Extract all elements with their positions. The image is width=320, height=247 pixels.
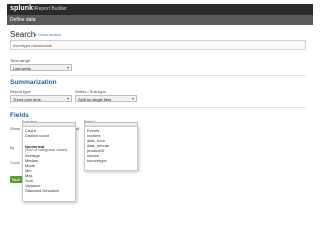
chevron-down-icon: ▾ <box>131 96 134 101</box>
by-label: by <box>10 145 15 150</box>
report-type-label: Report type <box>10 89 31 94</box>
fields-heading: Fields <box>10 112 29 119</box>
show-label: Show <box>10 126 21 131</box>
field-option-sourcetype[interactable]: sourcetype <box>87 158 107 163</box>
chevron-down-icon: ▾ <box>66 96 69 101</box>
section-divider <box>10 75 306 76</box>
time-range-label: Time range <box>10 58 31 63</box>
scale-link[interactable]: Scale <box>10 160 20 165</box>
search-input[interactable]: eventtype=downloads <box>10 40 306 50</box>
field-dropdown-list: Events cookies date_hour date_minute pro… <box>84 126 138 171</box>
series-label: Series / Sub-type <box>75 89 106 94</box>
series-value: Split by single field <box>78 97 112 102</box>
series-select[interactable]: Split by single field ▾ <box>75 95 137 102</box>
search-value: eventtype=downloads <box>13 43 52 48</box>
report-type-value: Trend over time <box>13 97 41 102</box>
function-option-standard-deviation[interactable]: Standard Deviation <box>25 188 59 193</box>
app-header: splunk> Report Builder <box>7 4 313 15</box>
splunk-logo[interactable]: splunk> <box>10 5 37 12</box>
app-title: Report Builder <box>35 6 67 12</box>
chevron-down-icon: ▾ <box>66 65 69 70</box>
search-heading: Search <box>10 30 36 39</box>
page-subheader: Define data <box>7 15 313 25</box>
page-title: Define data <box>10 17 36 23</box>
function-dropdown-list: Count Distinct count Numerical (Sum of c… <box>22 126 76 202</box>
of-label: of <box>76 126 80 131</box>
function-option-distinct-count[interactable]: Distinct count <box>25 133 49 138</box>
report-type-select[interactable]: Trend over time ▾ <box>10 95 72 102</box>
search-edit-link[interactable]: ▸ Show search <box>35 32 61 37</box>
section-divider <box>10 107 306 108</box>
time-range-value: Last week <box>13 66 32 71</box>
time-range-select[interactable]: Last week ▾ <box>10 64 72 71</box>
summarization-heading: Summarization <box>10 79 57 86</box>
